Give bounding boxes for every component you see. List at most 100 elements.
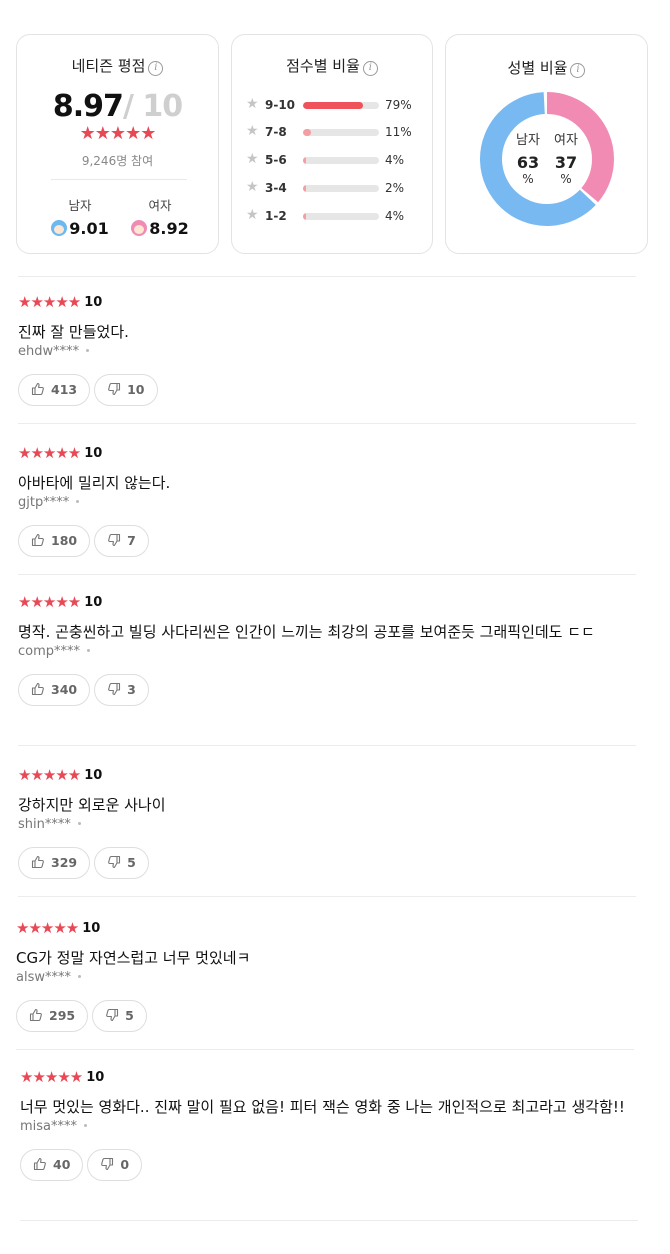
review-author: gjtp****: [18, 495, 70, 510]
distribution-bar-fill: [303, 213, 307, 220]
male-score: 남자 9.01: [45, 195, 115, 238]
distribution-row: ★ 3-4 2%: [246, 179, 426, 196]
female-ratio-label: 여자: [554, 133, 578, 148]
info-icon[interactable]: i: [148, 61, 164, 76]
review-score: 10: [84, 768, 103, 783]
review-votes: 340 3: [18, 674, 636, 706]
distribution-percent: 4%: [385, 209, 405, 223]
star-icon: ★: [246, 96, 259, 112]
separator-dot: [76, 500, 80, 503]
review-score: 10: [84, 446, 103, 461]
review-author: shin****: [18, 817, 71, 832]
review-author-row: alsw****: [16, 970, 634, 985]
review-author: alsw****: [16, 970, 71, 985]
female-ratio: 여자 37 %: [548, 129, 584, 186]
review-rating: ★★★★★ 10: [18, 765, 636, 784]
distribution-bar-fill: [303, 157, 307, 164]
male-score-value: 9.01: [69, 219, 109, 238]
male-ratio: 남자 63 %: [510, 129, 546, 186]
separator-dot: [77, 975, 81, 978]
separator-dot: [86, 349, 90, 352]
like-count: 295: [49, 1008, 76, 1023]
score-value: 8.97: [52, 89, 124, 124]
thumbs-up-icon: [31, 855, 44, 869]
dislike-button[interactable]: 5: [92, 1000, 147, 1032]
review-rating: ★★★★★ 10: [20, 1067, 638, 1086]
review-votes: 40 0: [20, 1149, 638, 1181]
divider: [18, 276, 636, 277]
review-author: ehdw****: [18, 344, 80, 359]
review-item: ★★★★★ 10 명작. 곤충씬하고 빌딩 사다리씬은 인간이 느끼는 최강의 공포…: [18, 592, 636, 746]
distribution-bar: [303, 185, 379, 192]
star-rating: ★★★★★: [79, 123, 157, 144]
review-text: 강하지만 외로운 사나이: [18, 796, 166, 814]
female-ratio-value: 37: [554, 153, 578, 172]
review-score: 10: [82, 921, 101, 936]
dislike-count: 3: [127, 682, 136, 697]
male-face-icon: [51, 220, 68, 236]
thumbs-down-icon: [108, 682, 121, 696]
divider: [51, 179, 187, 180]
distribution-row: ★ 5-6 4%: [246, 151, 426, 168]
review-rating: ★★★★★ 10: [18, 443, 636, 462]
divider: [18, 423, 636, 424]
info-icon[interactable]: i: [362, 61, 378, 76]
like-button[interactable]: 413: [18, 374, 91, 406]
participant-count: 9,246명 참여: [81, 154, 154, 168]
dislike-button[interactable]: 3: [94, 674, 149, 706]
distribution-bar-fill: [303, 185, 306, 192]
donut-labels: 남자 63 % 여자 37 %: [480, 92, 614, 226]
review-item: ★★★★★ 10 아바타에 밀리지 않는다. gjtp**** 180 7: [18, 443, 636, 575]
review-text: CG가 정말 자연스럽고 너무 멋있네ㅋ: [16, 949, 251, 967]
distribution-percent: 79%: [385, 98, 412, 112]
review-item: ★★★★★ 10 강하지만 외로운 사나이 shin**** 329 5: [18, 765, 636, 897]
divider: [18, 745, 636, 746]
review-stars: ★★★★★: [18, 444, 81, 462]
like-button[interactable]: 180: [18, 525, 91, 557]
thumbs-up-icon: [33, 1157, 46, 1171]
like-button[interactable]: 340: [18, 674, 91, 706]
distribution-percent: 4%: [385, 153, 405, 167]
dislike-button[interactable]: 10: [94, 374, 158, 406]
female-score: 여자 8.92: [125, 195, 195, 238]
dislike-count: 5: [125, 1008, 134, 1023]
dislike-button[interactable]: 7: [94, 525, 149, 557]
thumbs-up-icon: [31, 533, 44, 547]
like-button[interactable]: 295: [16, 1000, 89, 1032]
dislike-count: 10: [127, 382, 145, 397]
male-ratio-value: 63: [516, 153, 540, 172]
star-icon: ★: [246, 151, 259, 167]
review-stars: ★★★★★: [18, 593, 81, 611]
review-text: 너무 멋있는 영화다.. 진짜 말이 필요 없음! 피터 잭슨 영화 중 나는 …: [20, 1098, 625, 1116]
distribution-title-row: 점수별 비율 i: [232, 55, 432, 76]
review-text: 진짜 잘 만들었다.: [18, 323, 129, 341]
review-rating: ★★★★★ 10: [18, 592, 636, 611]
review-votes: 329 5: [18, 847, 636, 879]
review-author-row: comp****: [18, 644, 636, 659]
netizen-score: 8.97/ 10: [17, 89, 218, 124]
like-button[interactable]: 40: [20, 1149, 84, 1181]
distribution-percent: 11%: [385, 125, 412, 139]
netizen-rating-card: 네티즌 평점 i 8.97/ 10 ★★★★★ 9,246명 참여 남자 9.01…: [16, 34, 219, 254]
like-button[interactable]: 329: [18, 847, 91, 879]
distribution-bar-fill: [303, 102, 364, 109]
review-score: 10: [86, 1070, 105, 1085]
dislike-button[interactable]: 0: [87, 1149, 143, 1181]
thumbs-down-icon: [106, 1008, 119, 1022]
info-icon[interactable]: i: [570, 63, 586, 78]
review-item: ★★★★★ 10 CG가 정말 자연스럽고 너무 멋있네ㅋ alsw**** 295 5: [16, 918, 634, 1050]
review-stars: ★★★★★: [18, 293, 81, 311]
distribution-percent: 2%: [385, 181, 405, 195]
dislike-button[interactable]: 5: [94, 847, 149, 879]
review-stars: ★★★★★: [20, 1068, 83, 1086]
thumbs-down-icon: [108, 533, 121, 547]
divider: [18, 896, 636, 897]
star-icon: ★: [246, 207, 259, 223]
distribution-title: 점수별 비율: [286, 57, 360, 75]
review-votes: 295 5: [16, 1000, 634, 1032]
score-distribution-card: 점수별 비율 i ★ 9-10 79% ★ 7-8 11% ★ 5-6 4% ★ 3-4 2% ★ 1-2 4…: [231, 34, 433, 254]
netizen-rating-title: 네티즌 평점: [71, 57, 146, 75]
review-author-row: gjtp****: [18, 495, 636, 510]
divider: [16, 1049, 634, 1050]
review-rating: ★★★★★ 10: [18, 292, 636, 311]
